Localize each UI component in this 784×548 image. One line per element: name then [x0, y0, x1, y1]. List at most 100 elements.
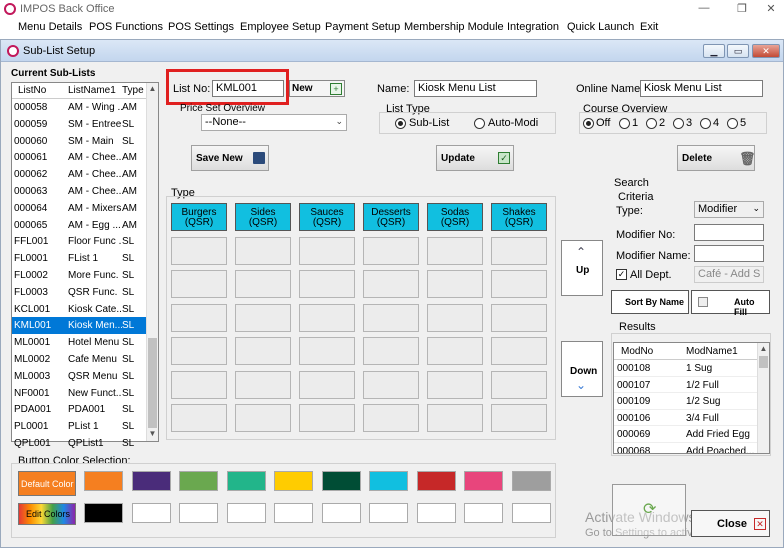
- color-swatch[interactable]: [321, 471, 361, 491]
- dept-select[interactable]: Café - Add S: [694, 266, 764, 283]
- radio-course-1[interactable]: [619, 118, 630, 129]
- type-empty-slot[interactable]: [427, 337, 483, 365]
- color-swatch[interactable]: [511, 471, 551, 491]
- type-button[interactable]: Desserts (QSR): [363, 203, 419, 231]
- sublist-row[interactable]: FL0003 QSR Func. SL: [12, 284, 146, 301]
- menu-exit[interactable]: Exit: [640, 21, 658, 33]
- type-empty-slot[interactable]: [299, 337, 355, 365]
- color-swatch[interactable]: [84, 503, 123, 523]
- all-dept-checkbox[interactable]: ✓: [616, 269, 627, 280]
- list-no-input[interactable]: KML001: [212, 80, 284, 97]
- minimize-icon[interactable]: —: [693, 2, 715, 16]
- menu-employee-setup[interactable]: Employee Setup: [240, 21, 321, 33]
- sublist-row[interactable]: FFL001 Floor Func ... SL: [12, 233, 146, 250]
- save-new-button[interactable]: Save New: [191, 145, 269, 171]
- sublist-row[interactable]: QPL001 QPList1 SL: [12, 435, 146, 452]
- result-row[interactable]: 000107 1/2 Full: [614, 377, 757, 393]
- color-swatch[interactable]: [464, 503, 503, 523]
- type-empty-slot[interactable]: [235, 303, 291, 332]
- type-empty-slot[interactable]: [427, 270, 483, 298]
- sublist-row[interactable]: FL0002 More Func. SL: [12, 267, 146, 284]
- close-icon[interactable]: ✕: [760, 2, 782, 16]
- color-swatch[interactable]: [464, 471, 503, 491]
- col-listname1[interactable]: ListName1: [68, 85, 116, 96]
- type-empty-slot[interactable]: [299, 270, 355, 298]
- sublist-row[interactable]: 000060 SM - Main SL: [12, 133, 146, 150]
- color-swatch[interactable]: [321, 503, 361, 523]
- sublist-row[interactable]: KML001 Kiosk Men... SL: [12, 317, 146, 335]
- scroll-up-icon[interactable]: ▲: [147, 84, 158, 96]
- type-empty-slot[interactable]: [235, 404, 291, 432]
- type-empty-slot[interactable]: [427, 404, 483, 432]
- type-empty-slot[interactable]: [299, 370, 355, 399]
- online-name-input[interactable]: Kiosk Menu List: [640, 80, 763, 97]
- sublist-row[interactable]: PL0001 PList 1 SL: [12, 418, 146, 435]
- type-empty-slot[interactable]: [299, 404, 355, 432]
- color-swatch[interactable]: [369, 471, 408, 491]
- type-empty-slot[interactable]: [171, 303, 227, 332]
- results-scrollbar[interactable]: ▲: [757, 343, 769, 453]
- sublist-row[interactable]: 000061 AM - Chee... AM: [12, 149, 146, 166]
- auto-fill-button[interactable]: Auto Fill: [691, 290, 770, 317]
- type-empty-slot[interactable]: [363, 236, 419, 265]
- color-swatch[interactable]: [511, 503, 551, 523]
- window-restore-icon[interactable]: ▭: [727, 44, 749, 58]
- down-button[interactable]: Down ⌄: [561, 341, 603, 397]
- color-swatch[interactable]: [416, 471, 456, 491]
- type-empty-slot[interactable]: [363, 270, 419, 298]
- type-empty-slot[interactable]: [171, 370, 227, 399]
- radio-course-5[interactable]: [727, 118, 738, 129]
- result-row[interactable]: 000108 1 Sug: [614, 360, 757, 377]
- window-close-icon[interactable]: ✕: [752, 44, 780, 58]
- color-swatch[interactable]: [274, 503, 313, 523]
- col-type[interactable]: Type: [122, 85, 144, 96]
- type-button[interactable]: Burgers (QSR): [171, 203, 227, 231]
- type-empty-slot[interactable]: [363, 337, 419, 365]
- type-empty-slot[interactable]: [171, 337, 227, 365]
- results-scroll-thumb[interactable]: [759, 356, 768, 368]
- type-empty-slot[interactable]: [491, 303, 547, 332]
- modifier-no-input[interactable]: [694, 224, 764, 241]
- sublist-row[interactable]: 000062 AM - Chee... AM: [12, 166, 146, 183]
- menu-payment-setup[interactable]: Payment Setup: [325, 21, 400, 33]
- sublist-row[interactable]: ML0003 QSR Menu SL: [12, 368, 146, 385]
- menu-menu-details[interactable]: Menu Details: [18, 21, 82, 33]
- sublist-row[interactable]: 000064 AM - Mixers AM: [12, 200, 146, 217]
- sublist-row[interactable]: ML0002 Cafe Menu SL: [12, 351, 146, 368]
- type-empty-slot[interactable]: [491, 236, 547, 265]
- results-scroll-up-icon[interactable]: ▲: [758, 344, 769, 356]
- type-empty-slot[interactable]: [235, 370, 291, 399]
- result-row[interactable]: 000068 Add Poached...: [614, 443, 757, 454]
- result-row[interactable]: 000106 3/4 Full: [614, 410, 757, 426]
- type-empty-slot[interactable]: [427, 236, 483, 265]
- type-button[interactable]: Sauces (QSR): [299, 203, 355, 231]
- type-empty-slot[interactable]: [171, 236, 227, 265]
- type-empty-slot[interactable]: [491, 270, 547, 298]
- restore-icon[interactable]: ❐: [731, 2, 753, 16]
- type-empty-slot[interactable]: [171, 270, 227, 298]
- col-modname1[interactable]: ModName1: [686, 346, 738, 357]
- color-swatch[interactable]: [226, 503, 266, 523]
- type-empty-slot[interactable]: [235, 270, 291, 298]
- up-button[interactable]: ⌃ Up: [561, 240, 603, 296]
- radio-auto-modi[interactable]: [474, 118, 485, 129]
- color-swatch[interactable]: [84, 471, 123, 491]
- type-empty-slot[interactable]: [491, 370, 547, 399]
- delete-button[interactable]: Delete 🗑: [677, 145, 756, 171]
- radio-course-off[interactable]: [583, 118, 594, 129]
- refresh-button[interactable]: ⟳: [612, 484, 686, 536]
- color-swatch[interactable]: [131, 503, 171, 523]
- scroll-thumb[interactable]: [148, 338, 157, 428]
- color-swatch[interactable]: [369, 503, 408, 523]
- color-swatch[interactable]: [179, 471, 218, 491]
- sublist-row[interactable]: FL0001 FList 1 SL: [12, 250, 146, 267]
- col-modno[interactable]: ModNo: [621, 346, 653, 357]
- type-empty-slot[interactable]: [299, 236, 355, 265]
- sublist-row[interactable]: 000059 SM - Entree SL: [12, 116, 146, 133]
- color-swatch[interactable]: [274, 471, 313, 491]
- color-swatch[interactable]: [179, 503, 218, 523]
- scroll-down-icon[interactable]: ▼: [147, 429, 158, 441]
- sublist-row[interactable]: 000058 AM - Wing ... AM: [12, 99, 146, 116]
- sublist-row[interactable]: PDA001 PDA001 SL: [12, 401, 146, 418]
- search-type-select[interactable]: Modifier ⌄: [694, 201, 764, 218]
